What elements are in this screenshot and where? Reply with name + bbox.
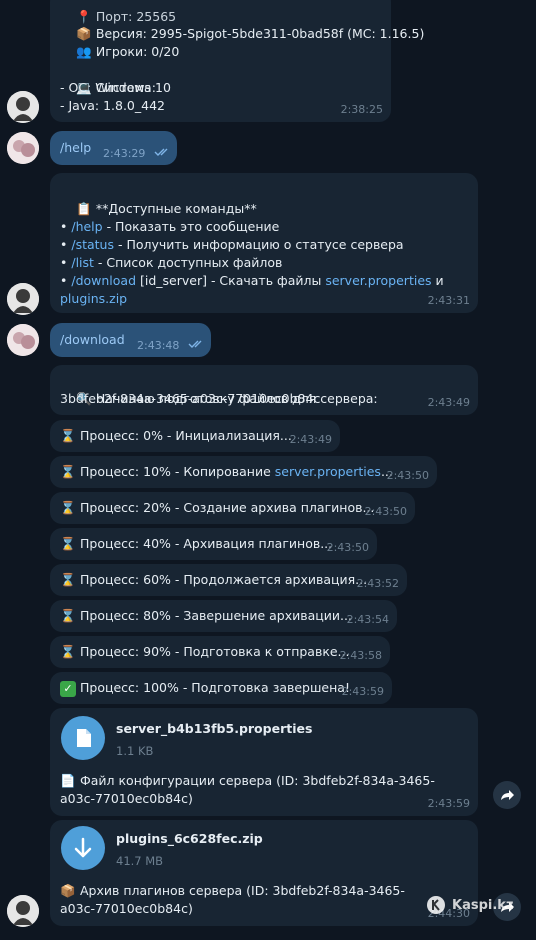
bot-avatar[interactable]: [7, 895, 39, 927]
user-avatar[interactable]: [7, 324, 39, 356]
status-players: Игроки: 0/20: [95, 44, 180, 59]
file-name[interactable]: plugins_6c628fec.zip: [116, 830, 263, 848]
page-icon: 📄: [60, 773, 76, 788]
read-ticks-icon: [154, 148, 168, 156]
status-os: - ОС: Windows 10: [60, 80, 171, 95]
file-message: plugins_6c628fec.zip 41.7 MB 📦 Архив плаг…: [50, 820, 478, 926]
server-properties-link[interactable]: server.properties: [325, 273, 431, 288]
watermark: Kaspi.kz: [426, 895, 514, 915]
watermark-text: Kaspi.kz: [452, 897, 514, 913]
hourglass-icon: ⌛: [60, 464, 76, 479]
plugins-zip-link[interactable]: plugins.zip: [60, 290, 127, 308]
file-size: 1.1 KB: [116, 744, 154, 758]
package-icon: 📦: [60, 883, 76, 898]
message-time: 2:43:49: [427, 396, 470, 409]
help-cmd-link[interactable]: /help: [71, 219, 102, 234]
read-ticks-icon: [188, 340, 202, 348]
document-icon[interactable]: [61, 716, 105, 760]
download-cmd-link[interactable]: /download: [71, 273, 136, 288]
bot-avatar[interactable]: [7, 91, 39, 123]
progress-message: ⌛ Процесс: 60% - Продолжается архивация..…: [50, 564, 407, 596]
message-text[interactable]: /help: [60, 139, 91, 157]
progress-message: ⌛ Процесс: 90% - Подготовка к отправке...…: [50, 636, 390, 668]
file-size: 41.7 MB: [116, 854, 164, 868]
prep-message: 🔍 Начинаю подготовку файлов для сервера: …: [50, 365, 478, 415]
hourglass-icon: ⌛: [60, 608, 76, 623]
prep-line2: 3bdfeb2f-834a-3465-a03c-77010ec0b84c: [60, 391, 321, 406]
users-icon: 👥: [76, 44, 92, 59]
progress-message: ⌛ Процесс: 80% - Завершение архивации... …: [50, 600, 397, 632]
forward-button[interactable]: [493, 781, 521, 809]
status-cmd-link[interactable]: /status: [71, 237, 114, 252]
list-cmd-link[interactable]: /list: [71, 255, 94, 270]
server-properties-link[interactable]: server.properties: [275, 464, 381, 479]
message-time: 2:38:25: [340, 103, 383, 116]
hourglass-icon: ⌛: [60, 428, 76, 443]
kaspi-logo-icon: [427, 896, 445, 914]
message-text[interactable]: /download: [60, 331, 125, 349]
share-icon: [501, 790, 514, 800]
progress-message: ✓ Процесс: 100% - Подготовка завершена! 2…: [50, 672, 392, 704]
hourglass-icon: ⌛: [60, 500, 76, 515]
check-icon: ✓: [60, 681, 76, 697]
download-icon[interactable]: [61, 826, 105, 870]
message-time: 2:43:31: [427, 294, 470, 307]
progress-message: ⌛ Процесс: 10% - Копирование server.prope…: [50, 456, 437, 488]
hourglass-icon: ⌛: [60, 644, 76, 659]
message-time: 2:43:29: [103, 147, 146, 160]
file-message: server_b4b13fb5.properties 1.1 KB 📄 Файл …: [50, 708, 478, 816]
help-message: 📋 **Доступные команды** • /help - Показат…: [50, 173, 478, 313]
hourglass-icon: ⌛: [60, 572, 76, 587]
status-message: 📍 Порт: 25565 📦 Версия: 2995-Spigot-5bde31…: [50, 0, 424, 122]
clipboard-icon: 📋: [76, 201, 92, 216]
bot-avatar[interactable]: [7, 283, 39, 315]
status-java: - Java: 1.8.0_442: [60, 98, 165, 113]
help-title: **Доступные команды**: [95, 201, 257, 216]
hourglass-icon: ⌛: [60, 536, 76, 551]
outgoing-message: /help 2:43:29: [50, 131, 177, 165]
user-avatar[interactable]: [7, 132, 39, 164]
progress-message: ⌛ Процесс: 40% - Архивация плагинов... 2:…: [50, 528, 377, 560]
progress-message: ⌛ Процесс: 20% - Создание архива плагинов…: [50, 492, 415, 524]
message-time: 2:43:59: [427, 797, 470, 810]
message-time: 2:43:48: [137, 339, 180, 352]
outgoing-message: /download 2:43:48: [50, 323, 211, 357]
file-name[interactable]: server_b4b13fb5.properties: [116, 720, 312, 738]
progress-message: ⌛ Процесс: 0% - Инициализация... 2:43:49: [50, 420, 340, 452]
